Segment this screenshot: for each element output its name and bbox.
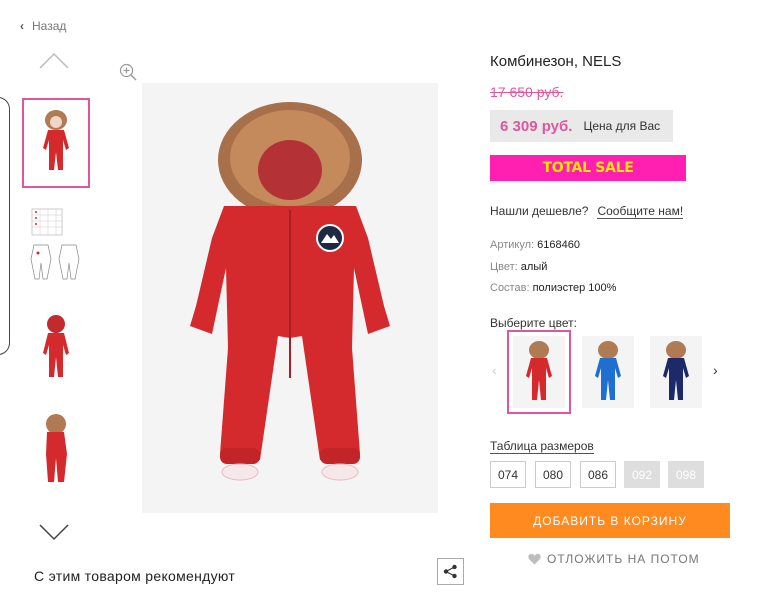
drawer-handle[interactable]: [0, 97, 10, 355]
swatch-image: [513, 336, 565, 408]
back-link[interactable]: ‹ Назад: [20, 19, 66, 33]
composition-row: Состав: полиэстер 100%: [490, 282, 616, 294]
chevron-down-icon[interactable]: [38, 522, 70, 542]
found-cheaper-question: Нашли дешевле?: [490, 204, 589, 218]
color-swatch-red[interactable]: [507, 330, 571, 414]
thumbnail-2[interactable]: [22, 198, 90, 288]
color-row: Цвет: алый: [490, 261, 547, 273]
save-for-later-label: ОТЛОЖИТЬ НА ПОТОМ: [547, 552, 700, 566]
color-swatch-navy[interactable]: [644, 330, 708, 414]
color-swatch-blue[interactable]: [576, 330, 640, 414]
composition-value: полиэстер 100%: [532, 282, 617, 294]
chevron-left-icon: ‹: [20, 19, 24, 33]
old-price: 17 650 руб.: [490, 84, 564, 100]
recommend-title: С этим товаром рекомендуют: [34, 568, 236, 584]
report-cheaper-link[interactable]: Сообщите нам!: [597, 204, 684, 219]
swatch-image: [650, 336, 702, 408]
size-table-link[interactable]: Таблица размеров: [490, 439, 594, 454]
thumbnail-image: [43, 315, 69, 377]
size-option-086[interactable]: 086: [580, 461, 616, 488]
snowsuit-image: [190, 102, 390, 481]
price-box: 6 309 руб. Цена для Вас: [490, 110, 673, 142]
back-label: Назад: [32, 19, 67, 33]
size-option-092: 092: [624, 461, 660, 488]
arrow-right-icon[interactable]: ›: [713, 362, 718, 378]
add-to-cart-button[interactable]: ДОБАВИТЬ В КОРЗИНУ: [490, 503, 730, 538]
thumbnail-1[interactable]: [22, 98, 90, 188]
thumbnail-image: [46, 414, 67, 482]
zoom-in-icon[interactable]: [119, 63, 137, 81]
size-option-074[interactable]: 074: [490, 461, 526, 488]
new-price: 6 309 руб.: [500, 117, 573, 135]
main-product-image[interactable]: [142, 83, 438, 513]
save-for-later-button[interactable]: ОТЛОЖИТЬ НА ПОТОМ: [528, 552, 700, 566]
arrow-left-icon[interactable]: ‹: [492, 362, 497, 378]
product-title: Комбинезон, NELS: [490, 53, 622, 70]
swatch-image: [582, 336, 634, 408]
snowsuit-red: [526, 341, 552, 400]
article-row: Артикул: 6168460: [490, 239, 580, 251]
thumbnail-3[interactable]: [22, 303, 90, 393]
size-option-098: 098: [668, 461, 704, 488]
snowsuit-blue: [595, 341, 621, 400]
article-value: 6168460: [537, 239, 580, 251]
sale-banner-text: TOTAL SALE: [542, 160, 634, 176]
thumbnail-image: [30, 208, 80, 280]
share-button[interactable]: [437, 558, 464, 585]
heart-icon: [528, 553, 541, 565]
color-label: Цвет:: [490, 261, 518, 273]
article-label: Артикул:: [490, 239, 535, 251]
found-cheaper: Нашли дешевле? Сообщите нам!: [490, 204, 684, 219]
color-value: алый: [520, 261, 548, 273]
size-option-080[interactable]: 080: [535, 461, 571, 488]
share-icon: [443, 564, 457, 579]
sale-banner: TOTAL SALE: [490, 155, 686, 181]
chevron-up-icon[interactable]: [38, 51, 70, 71]
snowsuit-navy: [663, 341, 689, 400]
price-note: Цена для Вас: [583, 119, 661, 133]
thumbnail-image: [43, 110, 69, 170]
composition-label: Состав:: [490, 282, 530, 294]
thumbnail-4[interactable]: [22, 403, 90, 493]
choose-color-label: Выберите цвет:: [490, 316, 578, 330]
